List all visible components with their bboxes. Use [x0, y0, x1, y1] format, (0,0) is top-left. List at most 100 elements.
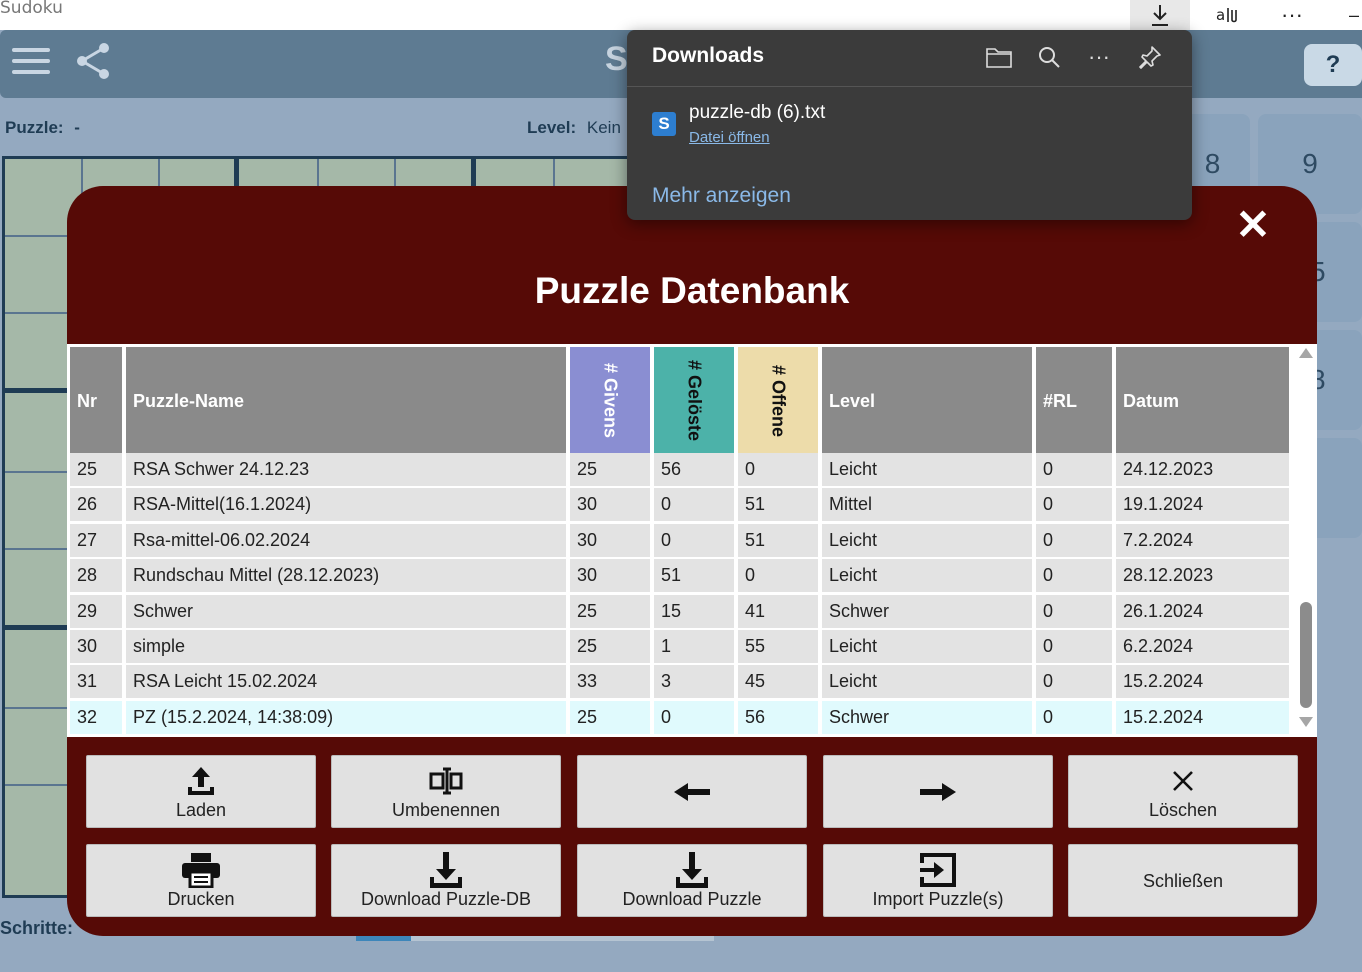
table-row[interactable]: 25 RSA Schwer 24.12.23 25 56 0 Leicht 0 24.12.2…	[70, 453, 1289, 486]
col-offene[interactable]: # Offene	[738, 347, 818, 455]
puzzle-label: Puzzle:	[5, 118, 64, 137]
pin-icon[interactable]	[1135, 42, 1165, 72]
cell-level: Schwer	[822, 700, 1032, 734]
cell-name: Schwer	[126, 594, 566, 628]
col-rl[interactable]: #RL	[1036, 347, 1112, 455]
table-row[interactable]: 32 PZ (15.2.2024, 14:38:09) 25 0 56 Schwer 0 15…	[70, 700, 1289, 734]
download-icon[interactable]	[1130, 0, 1190, 30]
cell-datum: 15.2.2024	[1116, 700, 1289, 734]
upload-icon	[185, 763, 217, 799]
scroll-thumb[interactable]	[1300, 602, 1312, 708]
cell-name: RSA-Mittel(16.1.2024)	[126, 488, 566, 522]
cell-givens: 30	[570, 488, 650, 522]
cell-level: Leicht	[822, 453, 1032, 486]
cell-level: Leicht	[822, 559, 1032, 593]
cell-level: Leicht	[822, 665, 1032, 699]
load-button[interactable]: Laden	[86, 755, 316, 828]
cell-givens: 25	[570, 453, 650, 486]
scroll-down-icon[interactable]	[1299, 717, 1313, 727]
cell-datum: 24.12.2023	[1116, 453, 1289, 486]
numpad-blank[interactable]	[1310, 438, 1362, 538]
cell-givens: 25	[570, 630, 650, 663]
download-db-label: Download Puzzle-DB	[360, 888, 532, 909]
cell-name: RSA Leicht 15.02.2024	[126, 665, 566, 699]
cell-name: simple	[126, 630, 566, 663]
minimize-icon[interactable]: –	[1346, 0, 1362, 30]
share-icon[interactable]	[74, 42, 114, 85]
cell-nr: 26	[70, 488, 122, 522]
rename-button[interactable]: Umbenennen	[331, 755, 561, 828]
close-x-icon	[1171, 763, 1195, 799]
cell-givens: 30	[570, 559, 650, 593]
close-button[interactable]: Schließen	[1068, 844, 1298, 917]
puzzle-value: -	[74, 118, 80, 137]
prev-button[interactable]	[577, 755, 807, 828]
menu-icon[interactable]	[12, 48, 50, 76]
cell-geloeste: 0	[654, 523, 734, 557]
cell-datum: 15.2.2024	[1116, 665, 1289, 699]
download-puzzle-label: Download Puzzle	[622, 888, 762, 909]
rename-icon	[429, 763, 463, 799]
puzzle-db-modal: ✕ Puzzle Datenbank Nr Puzzle-Name # Give…	[67, 186, 1317, 936]
close-label: Schließen	[1142, 870, 1224, 891]
search-icon[interactable]	[1034, 42, 1064, 72]
table-row[interactable]: 30 simple 25 1 55 Leicht 0 6.2.2024	[70, 630, 1289, 663]
help-button[interactable]: ?	[1304, 44, 1362, 86]
close-icon[interactable]: ✕	[1233, 201, 1273, 248]
cell-rl: 0	[1036, 523, 1112, 557]
cell-geloeste: 0	[654, 700, 734, 734]
cell-level: Leicht	[822, 630, 1032, 663]
numpad-8b[interactable]: 8	[1310, 330, 1362, 430]
table-row[interactable]: 29 Schwer 25 15 41 Schwer 0 26.1.2024	[70, 594, 1289, 628]
show-more-link[interactable]: Mehr anzeigen	[652, 184, 791, 208]
cell-geloeste: 51	[654, 559, 734, 593]
col-name[interactable]: Puzzle-Name	[126, 347, 566, 455]
cell-datum: 19.1.2024	[1116, 488, 1289, 522]
cell-geloeste: 1	[654, 630, 734, 663]
col-nr[interactable]: Nr	[70, 347, 122, 455]
cell-nr: 31	[70, 665, 122, 699]
cell-geloeste: 56	[654, 453, 734, 486]
import-button[interactable]: Import Puzzle(s)	[823, 844, 1053, 917]
cell-rl: 0	[1036, 594, 1112, 628]
cell-offene: 0	[738, 559, 818, 593]
downloads-title: Downloads	[652, 44, 765, 67]
cell-name: RSA Schwer 24.12.23	[126, 453, 566, 486]
file-icon: S	[652, 112, 676, 136]
table-row[interactable]: 27 Rsa-mittel-06.02.2024 30 0 51 Leicht 0 7.2.2…	[70, 523, 1289, 557]
level-value: Kein	[586, 118, 621, 137]
cell-givens: 33	[570, 665, 650, 699]
cell-nr: 27	[70, 523, 122, 557]
delete-button[interactable]: Löschen	[1068, 755, 1298, 828]
col-level[interactable]: Level	[822, 347, 1032, 455]
more-options-icon[interactable]: ···	[1272, 0, 1312, 30]
numpad-5[interactable]: 5	[1310, 222, 1362, 322]
col-geloeste[interactable]: # Gelöste	[654, 347, 734, 455]
cell-nr: 25	[70, 453, 122, 486]
download-puzzle-icon	[674, 851, 710, 888]
cell-level: Leicht	[822, 523, 1032, 557]
steps-label: Schritte:	[0, 918, 74, 938]
open-file-link[interactable]: Datei öffnen	[689, 129, 770, 146]
download-filename[interactable]: puzzle-db (6).txt	[689, 102, 825, 124]
cell-name: Rundschau Mittel (28.12.2023)	[126, 559, 566, 593]
more-icon[interactable]: ···	[1084, 42, 1114, 72]
col-givens[interactable]: # Givens	[570, 347, 650, 455]
cell-offene: 51	[738, 523, 818, 557]
read-aloud-icon[interactable]: a	[1208, 0, 1248, 30]
download-puzzle-button[interactable]: Download Puzzle	[577, 844, 807, 917]
col-datum[interactable]: Datum	[1116, 347, 1289, 455]
folder-icon[interactable]	[984, 42, 1014, 72]
cell-rl: 0	[1036, 700, 1112, 734]
table-row[interactable]: 31 RSA Leicht 15.02.2024 33 3 45 Leicht 0 15.2.…	[70, 665, 1289, 699]
scroll-up-icon[interactable]	[1299, 348, 1313, 358]
table-scrollbar[interactable]	[1296, 344, 1317, 737]
print-label: Drucken	[167, 888, 235, 909]
download-db-button[interactable]: Download Puzzle-DB	[331, 844, 561, 917]
next-button[interactable]	[823, 755, 1053, 828]
level-label: Level:	[527, 118, 577, 137]
print-button[interactable]: Drucken	[86, 844, 316, 917]
cell-rl: 0	[1036, 488, 1112, 522]
table-row[interactable]: 28 Rundschau Mittel (28.12.2023) 30 51 0 Leic…	[70, 559, 1289, 593]
table-row[interactable]: 26 RSA-Mittel(16.1.2024) 30 0 51 Mittel 0 19.1.…	[70, 488, 1289, 522]
